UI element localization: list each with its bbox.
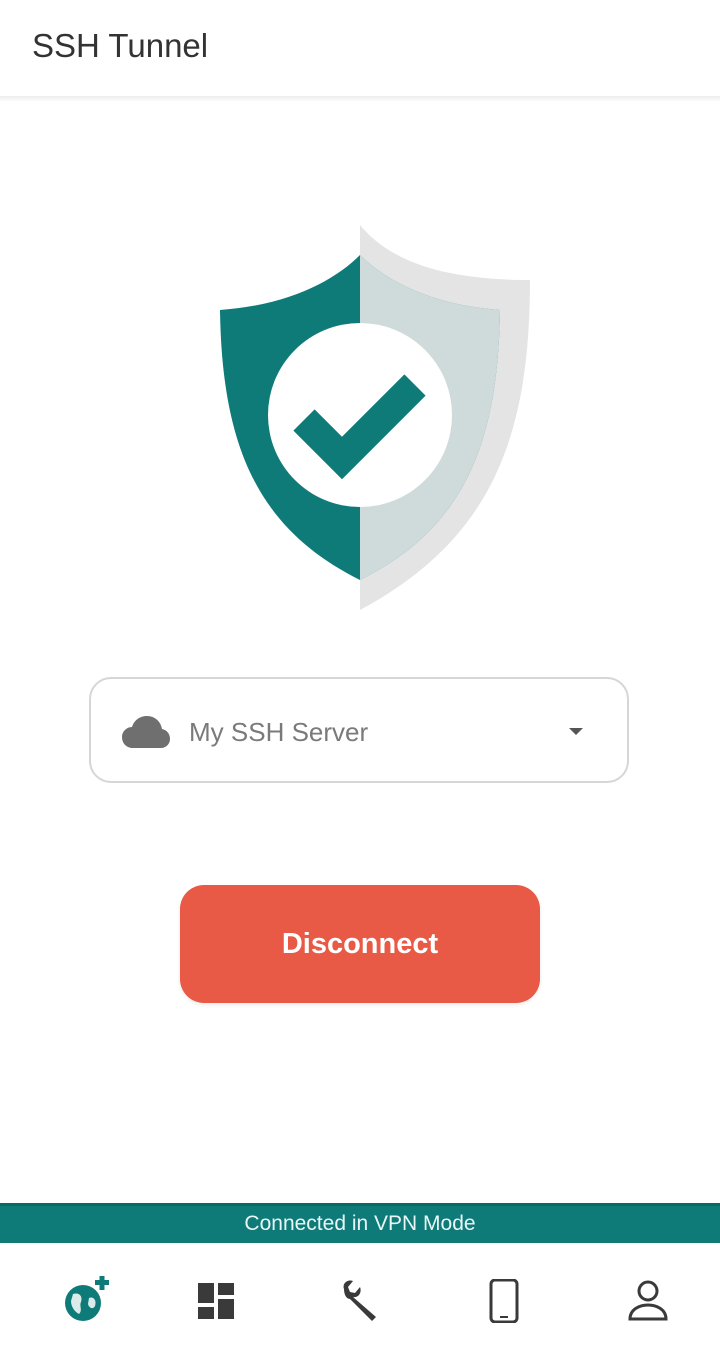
app-title: SSH Tunnel <box>32 27 209 64</box>
shield-check-icon <box>210 220 540 615</box>
wrench-icon <box>338 1279 382 1323</box>
server-select[interactable]: My SSH Server <box>89 677 629 783</box>
nav-item-tools[interactable] <box>324 1271 396 1331</box>
app-bar: SSH Tunnel <box>0 0 720 96</box>
account-icon <box>626 1279 670 1323</box>
globe-add-icon <box>61 1276 111 1326</box>
server-select-value: My SSH Server <box>189 717 369 747</box>
dashboard-icon <box>196 1281 236 1321</box>
cloud-icon <box>121 715 171 749</box>
bottom-navigation <box>0 1243 720 1356</box>
phone-icon <box>489 1279 519 1323</box>
nav-item-device[interactable] <box>468 1271 540 1331</box>
app-bar-divider <box>0 96 720 102</box>
nav-item-dashboard[interactable] <box>180 1271 252 1331</box>
disconnect-button[interactable]: Disconnect <box>180 885 540 1003</box>
connection-status-bar: Connected in VPN Mode <box>0 1203 720 1243</box>
nav-item-account[interactable] <box>612 1271 684 1331</box>
nav-item-connect[interactable] <box>50 1271 122 1331</box>
arrow-drop-down-icon <box>569 728 583 735</box>
